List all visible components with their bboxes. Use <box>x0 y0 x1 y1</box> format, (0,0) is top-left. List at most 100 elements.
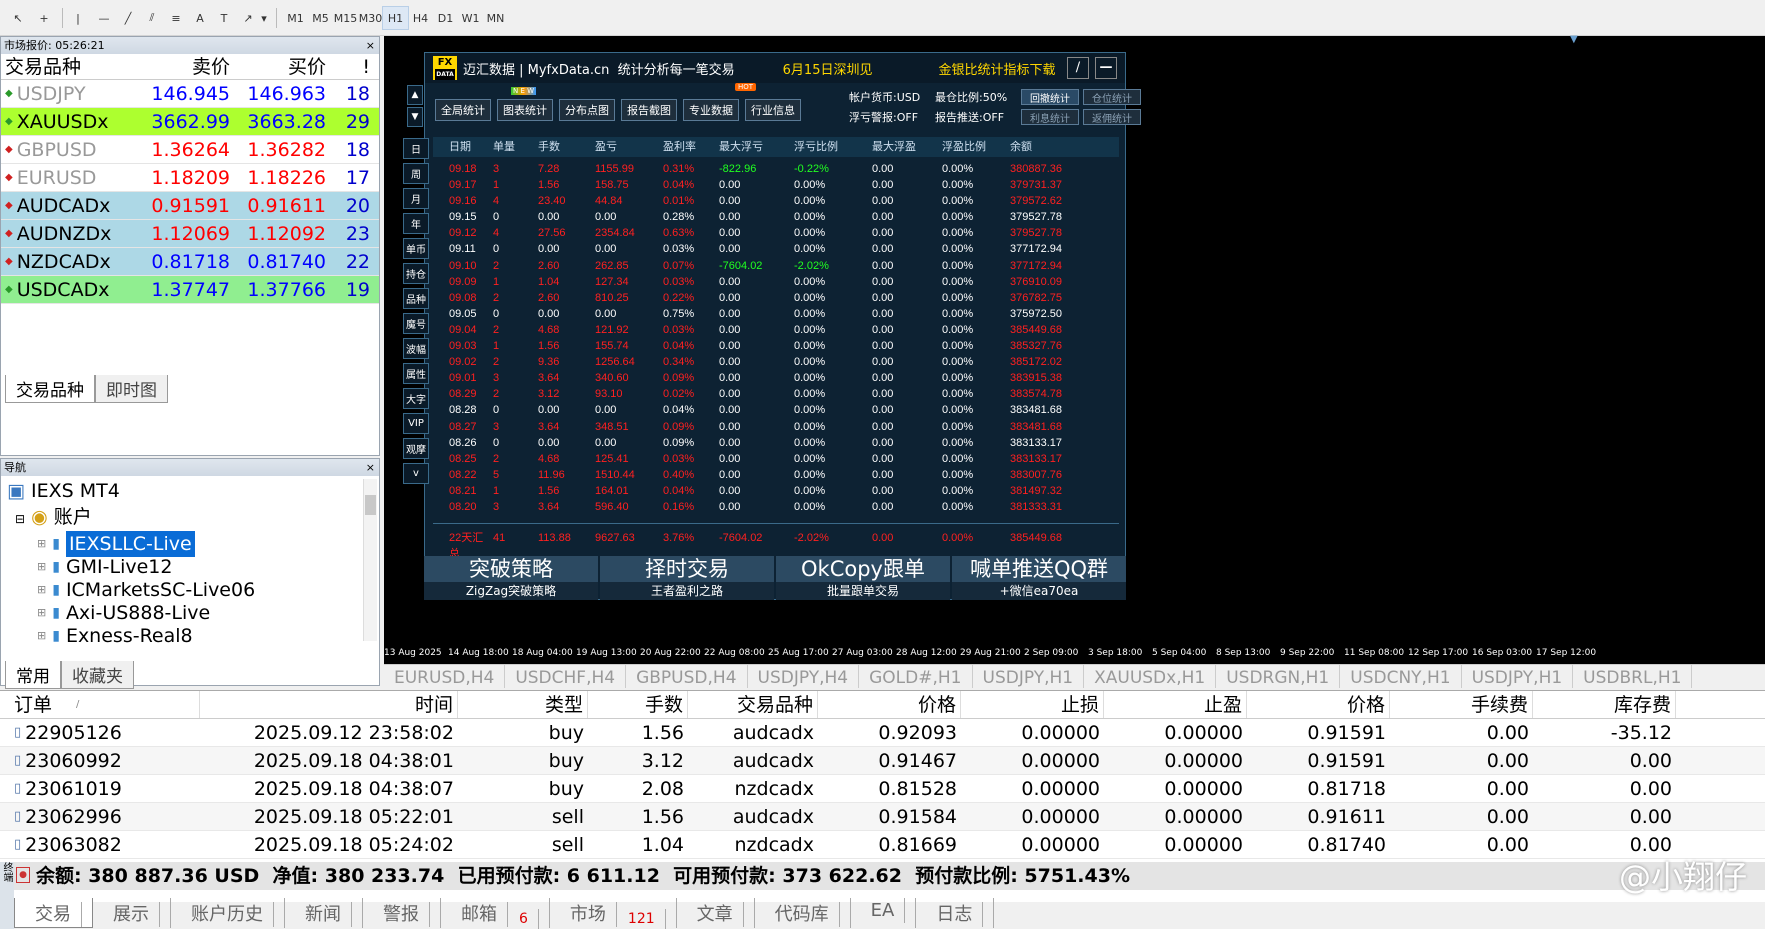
side-menu-3[interactable]: 年 <box>403 213 429 234</box>
market-watch-row[interactable]: ◆ NZDCADx 0.81718 0.81740 22 <box>1 248 379 276</box>
chart-tab[interactable]: USDCHF,H4 <box>505 665 627 688</box>
tab-tick-chart[interactable]: 即时图 <box>95 375 168 403</box>
orders-header-cell[interactable]: 类型 <box>458 691 588 718</box>
promo-2[interactable]: OkCopy跟单 批量跟单交易 <box>776 556 950 600</box>
channel-icon[interactable]: ⫽ <box>140 6 164 30</box>
tab-common[interactable]: 常用 <box>5 661 61 689</box>
orders-header-cell[interactable]: 交易品种 <box>688 691 818 718</box>
panel-btn-5[interactable]: 行业信息 <box>745 99 801 121</box>
side-menu-0[interactable]: 日 <box>403 138 429 159</box>
header-spread[interactable]: ! <box>332 54 376 79</box>
orders-header-cell[interactable]: 止损 <box>961 691 1104 718</box>
chart-tab[interactable]: GOLD#,H1 <box>859 665 973 688</box>
side-menu-5[interactable]: 持仓 <box>403 263 429 284</box>
fibonacci-icon[interactable]: ≡ <box>164 6 188 30</box>
trendline-icon[interactable]: ╱ <box>116 6 140 30</box>
scrollbar-thumb[interactable] <box>365 495 376 515</box>
terminal-tab[interactable]: 交易 <box>14 898 93 928</box>
terminal-tab[interactable]: 账户历史 <box>171 898 285 928</box>
panel-btn-1[interactable]: 图表统计 <box>497 99 553 121</box>
market-watch-row[interactable]: ◆ USDCADx 1.37747 1.37766 19 <box>1 276 379 304</box>
side-menu-2[interactable]: 月 <box>403 188 429 209</box>
chart-tab[interactable]: GBPUSD,H4 <box>626 665 748 688</box>
crosshair-icon[interactable]: + <box>32 6 56 30</box>
terminal-tab[interactable]: 邮箱 6 <box>441 898 550 929</box>
terminal-tab[interactable]: EA <box>851 898 917 928</box>
chart-tab[interactable]: USDRGN,H1 <box>1216 665 1341 688</box>
timeframe-h4[interactable]: H4 <box>407 6 434 30</box>
market-watch-row[interactable]: ◆ GBPUSD 1.36264 1.36282 18 <box>1 136 379 164</box>
order-row[interactable]: ▯ 22905126 2025.09.12 23:58:02 buy 1.56 audca… <box>0 719 1765 747</box>
orders-header-cell[interactable]: 价格 <box>818 691 961 718</box>
market-watch-row[interactable]: ◆ XAUUSDx 3662.99 3663.28 29 <box>1 108 379 136</box>
promo-3[interactable]: 喊单推送QQ群 +微信ea70ea <box>952 556 1126 600</box>
chart-tab[interactable]: USDJPY,H1 <box>1462 665 1574 688</box>
orders-header-cell[interactable]: 手续费 <box>1390 691 1533 718</box>
timeframe-m5[interactable]: M5 <box>307 6 334 30</box>
goldsilver-download[interactable]: 金银比统计指标下载 <box>938 59 1055 78</box>
orders-header-cell[interactable]: 价格 <box>1247 691 1390 718</box>
side-menu-13[interactable]: v <box>403 463 429 484</box>
chevron-down-icon[interactable]: ▾ <box>258 6 270 30</box>
panel-btn-3[interactable]: 报告截图 <box>621 99 677 121</box>
tree-root[interactable]: ▣ IEXS MT4 <box>7 478 379 504</box>
terminal-tab[interactable]: 日志 <box>916 898 995 928</box>
terminal-tab[interactable]: 展示 <box>93 898 171 928</box>
edit-icon[interactable]: ∕ <box>1067 57 1089 79</box>
stat-button-2[interactable]: 利息统计 <box>1021 109 1079 125</box>
horizontal-line-icon[interactable]: — <box>92 6 116 30</box>
chart-tab[interactable]: USDCNY,H1 <box>1340 665 1462 688</box>
market-watch-row[interactable]: ◆ AUDNZDx 1.12069 1.12092 23 <box>1 220 379 248</box>
terminal-tab[interactable]: 代码库 <box>755 898 851 928</box>
arrow-down-button[interactable]: ▼ <box>407 107 423 127</box>
close-icon[interactable]: × <box>366 459 375 476</box>
timeframe-d1[interactable]: D1 <box>432 6 459 30</box>
order-row[interactable]: ▯ 23061019 2025.09.18 04:38:07 buy 2.08 nzdca… <box>0 775 1765 803</box>
market-watch-row[interactable]: ◆ AUDCADx 0.91591 0.91611 20 <box>1 192 379 220</box>
order-row[interactable]: ▯ 23063082 2025.09.18 05:24:02 sell 1.04 nzdc… <box>0 831 1765 859</box>
account-item[interactable]: ⊞ ▮ Exness-Real8 <box>37 624 379 647</box>
timeframe-m15[interactable]: M15 <box>332 6 359 30</box>
text-label-icon[interactable]: T <box>212 6 236 30</box>
chart-tab[interactable]: USDBRL,H1 <box>1573 665 1693 688</box>
stat-button-3[interactable]: 返佣统计 <box>1083 109 1141 125</box>
panel-btn-4[interactable]: 专业数据 <box>683 99 739 121</box>
account-item[interactable]: ⊞ ▮ ICMarketsSC-Live06 <box>37 578 379 601</box>
chart-tab[interactable]: USDJPY,H4 <box>748 665 860 688</box>
terminal-tab[interactable]: 市场 121 <box>550 898 677 929</box>
stat-button-1[interactable]: 仓位统计 <box>1083 89 1141 105</box>
side-menu-12[interactable]: 观摩 <box>403 438 429 459</box>
header-ask[interactable]: 买价 <box>236 54 332 79</box>
chart-tab[interactable]: XAUUSDx,H1 <box>1084 665 1217 688</box>
promo-0[interactable]: 突破策略 ZigZag突破策略 <box>424 556 598 600</box>
market-watch-row[interactable]: ◆ EURUSD 1.18209 1.18226 17 <box>1 164 379 192</box>
account-item[interactable]: ⊞ ▮ GMI-Live12 <box>37 555 379 578</box>
tab-favorites[interactable]: 收藏夹 <box>61 661 134 689</box>
scrollbar[interactable] <box>363 479 377 641</box>
terminal-tab[interactable]: 文章 <box>677 898 755 928</box>
header-symbol[interactable]: 交易品种 <box>1 54 144 79</box>
timeframe-m1[interactable]: M1 <box>282 6 309 30</box>
side-menu-1[interactable]: 周 <box>403 163 429 184</box>
chart-tab[interactable]: USDJPY,H1 <box>973 665 1085 688</box>
tree-accounts[interactable]: ⊟ ◉ 账户 <box>7 504 379 532</box>
account-item[interactable]: ⊞ ▮ Axi-US888-Live <box>37 601 379 624</box>
header-bid[interactable]: 卖价 <box>144 54 236 79</box>
orders-header-cell[interactable]: 手数 <box>588 691 688 718</box>
terminal-tab[interactable]: 警报 <box>363 898 441 928</box>
order-row[interactable]: ▯ 23062996 2025.09.18 05:22:01 sell 1.56 audc… <box>0 803 1765 831</box>
account-item[interactable]: ⊞ ▮ IEXSLLC-Live <box>37 529 379 558</box>
cursor-icon[interactable]: ↖ <box>6 6 30 30</box>
timeframe-w1[interactable]: W1 <box>457 6 484 30</box>
side-menu-9[interactable]: 属性 <box>403 363 429 384</box>
vertical-line-icon[interactable]: | <box>66 6 90 30</box>
order-row[interactable]: ▯ 23060992 2025.09.18 04:38:01 buy 3.12 audca… <box>0 747 1765 775</box>
timeframe-h1[interactable]: H1 <box>382 6 409 30</box>
expand-icon[interactable]: ⊞ <box>37 623 46 649</box>
timeframe-m30[interactable]: M30 <box>357 6 384 30</box>
orders-header-cell[interactable]: 止盈 <box>1104 691 1247 718</box>
side-menu-7[interactable]: 魔号 <box>403 313 429 334</box>
tab-symbols[interactable]: 交易品种 <box>5 375 95 403</box>
stat-button-0[interactable]: 回撤统计 <box>1021 89 1079 105</box>
market-watch-row[interactable]: ◆ USDJPY 146.945 146.963 18 <box>1 80 379 108</box>
